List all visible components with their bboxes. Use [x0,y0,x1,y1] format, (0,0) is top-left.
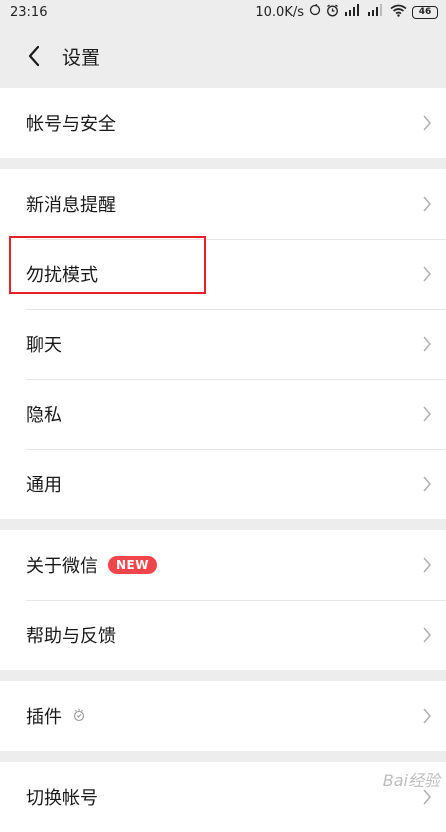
chevron-right-icon [422,625,434,645]
page-title: 设置 [62,46,101,69]
alarm-icon [326,4,339,21]
settings-item-do-not-disturb[interactable]: 勿扰模式 [0,239,446,309]
chevron-right-icon [422,474,434,494]
item-label: 勿扰模式 [26,265,98,286]
signal-icon-2 [367,4,385,20]
settings-item-help-feedback[interactable]: 帮助与反馈 [0,600,446,670]
item-label: 聊天 [26,335,62,356]
settings-item-notifications[interactable]: 新消息提醒 [0,169,446,239]
chevron-right-icon [422,706,434,726]
item-label: 新消息提醒 [26,195,116,216]
settings-item-plugins[interactable]: 插件 [0,681,446,751]
status-time: 23:16 [10,4,48,20]
settings-group-plugins: 插件 [0,681,446,751]
item-label: 关于微信 [26,556,98,577]
wifi-icon [390,4,407,21]
settings-group-general: 新消息提醒 勿扰模式 聊天 隐私 通用 [0,169,446,519]
settings-item-about-wechat[interactable]: 关于微信 NEW [0,530,446,600]
settings-group-account: 帐号与安全 [0,88,446,158]
settings-group-about: 关于微信 NEW 帮助与反馈 [0,530,446,670]
settings-item-account-security[interactable]: 帐号与安全 [0,88,446,158]
item-label: 切换帐号 [26,788,98,809]
settings-item-chat[interactable]: 聊天 [0,309,446,379]
new-badge: NEW [108,556,157,574]
settings-item-switch-account[interactable]: 切换帐号 [0,762,446,832]
group-divider [0,519,446,530]
chevron-right-icon [422,194,434,214]
status-indicators: 10.0K/s 46 [255,3,438,21]
item-label: 隐私 [26,405,62,426]
group-divider [0,751,446,762]
chevron-right-icon [422,113,434,133]
status-bar: 23:16 10.0K/s 46 [0,0,446,24]
group-divider [0,670,446,681]
chevron-right-icon [422,555,434,575]
signal-icon [344,4,362,20]
plugin-icon [72,707,86,726]
navigation-bar: 设置 [0,24,446,88]
settings-item-general[interactable]: 通用 [0,449,446,519]
chevron-right-icon [422,334,434,354]
network-speed: 10.0K/s [255,4,304,20]
group-divider [0,158,446,169]
item-label: 帮助与反馈 [26,626,116,647]
back-button[interactable] [20,42,48,70]
watermark: Bai经验 [382,771,440,790]
item-label: 通用 [26,475,62,496]
battery-icon: 46 [412,5,438,19]
chevron-right-icon [422,404,434,424]
item-label: 插件 [26,707,62,728]
item-label: 帐号与安全 [26,114,116,135]
settings-group-switch: 切换帐号 [0,762,446,832]
sync-icon [309,3,321,20]
settings-item-privacy[interactable]: 隐私 [0,379,446,449]
chevron-right-icon [422,264,434,284]
